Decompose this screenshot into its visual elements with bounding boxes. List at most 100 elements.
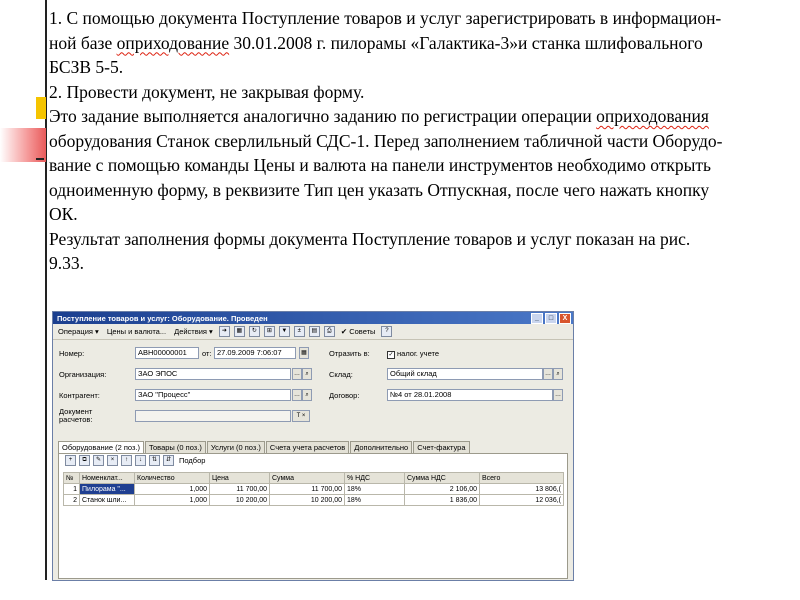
cell-total[interactable]: 12 036,( <box>479 494 564 506</box>
table-header-row: № Номенклат... Количество Цена Сумма % Н… <box>63 472 564 484</box>
operation-menu[interactable]: Операция ▾ <box>56 327 101 336</box>
text-segment: 30.01.2008 г. пилорамы «Галактика-3»и ст… <box>229 32 703 53</box>
counterparty-field[interactable]: ЗАО "Процесс" <box>135 389 291 401</box>
clear-type-button[interactable]: T × <box>292 410 310 422</box>
report-icon[interactable]: ▤ <box>308 326 320 337</box>
advice-label: Советы <box>349 327 376 336</box>
arrow-icon[interactable]: ➜ <box>218 326 230 337</box>
table-row[interactable]: 2 Станок шли... 1,000 10 200,00 10 200,0… <box>63 494 564 506</box>
document-header-form: Номер: АВН00000001 от: 27.09.2009 7:06:0… <box>53 340 573 430</box>
settlement-doc-field[interactable] <box>135 410 291 422</box>
tab-additional[interactable]: Дополнительно <box>350 441 413 453</box>
col-nomenclature-header[interactable]: Номенклат... <box>79 472 135 484</box>
text-segment: Это задание выполняется аналогично задан… <box>49 106 597 126</box>
contract-field[interactable]: №4 от 28.01.2008 <box>387 389 553 401</box>
cell-vat-rate[interactable]: 18% <box>344 483 405 495</box>
print-icon[interactable]: ⎙ <box>323 326 335 337</box>
prices-currency-button[interactable]: Цены и валюта... <box>105 327 168 336</box>
search-icon[interactable]: ⌕ <box>302 389 312 401</box>
select-ellipsis-button[interactable]: … <box>553 389 563 401</box>
structure-icon[interactable]: ⊞ <box>263 326 275 337</box>
dt-kt-icon[interactable]: ± <box>293 326 305 337</box>
add-row-icon[interactable]: + <box>65 455 76 466</box>
organization-field[interactable]: ЗАО ЭПОС <box>135 368 291 380</box>
cell-total[interactable]: 13 806,( <box>479 483 564 495</box>
col-vat-sum-header[interactable]: Сумма НДС <box>404 472 480 484</box>
slide-text-line: 1. С помощью документа Поступление товар… <box>49 6 779 31</box>
close-button[interactable]: X <box>559 312 571 324</box>
col-vat-rate-header[interactable]: % НДС <box>344 472 405 484</box>
slide-text-line: Результат заполнения формы документа Пос… <box>49 227 779 252</box>
minimize-button[interactable]: _ <box>531 312 543 324</box>
cell-vat-sum[interactable]: 1 836,00 <box>404 494 480 506</box>
sort-asc-icon[interactable]: ⇅ <box>149 455 160 466</box>
cell-price[interactable]: 11 700,00 <box>209 483 270 495</box>
col-quantity-header[interactable]: Количество <box>134 472 210 484</box>
cell-nomenclature[interactable]: Станок шли... <box>79 494 135 506</box>
tab-services[interactable]: Услуги (0 поз.) <box>206 441 265 453</box>
select-ellipsis-button[interactable]: … <box>292 368 302 380</box>
organization-label: Организация: <box>59 370 107 379</box>
slide-text-line: одноименную форму, в реквизите Тип цен у… <box>49 178 779 203</box>
warehouse-field[interactable]: Общий склад <box>387 368 543 380</box>
tab-invoice[interactable]: Счет-фактура <box>413 441 470 453</box>
counterparty-label: Контрагент: <box>59 391 100 400</box>
cell-quantity[interactable]: 1,000 <box>134 483 210 495</box>
tab-equipment[interactable]: Оборудование (2 поз.) <box>58 441 145 453</box>
cell-vat-sum[interactable]: 2 106,00 <box>404 483 480 495</box>
move-up-icon[interactable]: ↑ <box>121 455 132 466</box>
equipment-panel: + ⧉ ✎ × ↑ ↓ ⇅ ⇵ Подбор № Номенклат... Ко… <box>58 453 568 579</box>
grid-icon[interactable]: ▦ <box>233 326 245 337</box>
select-ellipsis-button[interactable]: … <box>292 389 302 401</box>
cell-number[interactable]: 1 <box>63 483 80 495</box>
window-title: Поступление товаров и услуг: Оборудовани… <box>57 313 268 323</box>
text-segment: БСЗВ 5-5. <box>49 57 124 77</box>
number-label: Номер: <box>59 349 85 358</box>
equipment-table: № Номенклат... Количество Цена Сумма % Н… <box>63 472 564 506</box>
slide-text-line: ОК. <box>49 202 779 227</box>
delete-row-icon[interactable]: × <box>107 455 118 466</box>
tab-settlement-accounts[interactable]: Счета учета расчетов <box>265 441 350 453</box>
cell-vat-rate[interactable]: 18% <box>344 494 405 506</box>
filter-icon[interactable]: ▼ <box>278 326 290 337</box>
text-segment: Результат заполнения формы документа Пос… <box>49 228 691 249</box>
refresh-icon[interactable]: ↻ <box>248 326 260 337</box>
cell-nomenclature[interactable]: Пилорама "... <box>79 483 135 495</box>
actions-menu[interactable]: Действия ▾ <box>172 327 215 336</box>
cell-price[interactable]: 10 200,00 <box>209 494 270 506</box>
help-button[interactable]: ? <box>381 326 393 337</box>
slide-text-line: оборудования Станок сверлильный СДС-1. П… <box>49 129 779 154</box>
bullet-dash <box>36 158 44 160</box>
col-price-header[interactable]: Цена <box>209 472 270 484</box>
advice-button[interactable]: ✔ Советы <box>339 327 378 336</box>
date-field[interactable]: 27.09.2009 7:06:07 <box>214 347 296 359</box>
col-sum-header[interactable]: Сумма <box>269 472 345 484</box>
cell-quantity[interactable]: 1,000 <box>134 494 210 506</box>
move-down-icon[interactable]: ↓ <box>135 455 146 466</box>
edit-row-icon[interactable]: ✎ <box>93 455 104 466</box>
cell-number[interactable]: 2 <box>63 494 80 506</box>
calendar-icon[interactable]: ▦ <box>299 347 309 359</box>
text-segment: вание с помощью команды Цены и валюта на… <box>49 155 712 175</box>
cell-sum[interactable]: 11 700,00 <box>269 483 345 495</box>
search-icon[interactable]: ⌕ <box>302 368 312 380</box>
date-label: от: <box>202 349 212 358</box>
text-segment: ОК. <box>49 204 78 224</box>
col-total-header[interactable]: Всего <box>479 472 564 484</box>
slide-text-line: вание с помощью команды Цены и валюта на… <box>49 153 779 178</box>
tax-accounting-checkbox[interactable]: ✓ налог. учете <box>387 349 439 359</box>
maximize-button[interactable]: □ <box>545 312 557 324</box>
text-segment: 1. С помощью документа Поступление товар… <box>49 8 722 28</box>
slide-text-line: ной базе оприходование 30.01.2008 г. пил… <box>49 31 779 56</box>
copy-row-icon[interactable]: ⧉ <box>79 455 90 466</box>
cell-sum[interactable]: 10 200,00 <box>269 494 345 506</box>
tab-goods[interactable]: Товары (0 поз.) <box>145 441 206 453</box>
sort-desc-icon[interactable]: ⇵ <box>163 455 174 466</box>
col-number-header[interactable]: № <box>63 472 80 484</box>
search-icon[interactable]: ⌕ <box>553 368 563 380</box>
select-ellipsis-button[interactable]: … <box>543 368 553 380</box>
table-row[interactable]: 1 Пилорама "... 1,000 11 700,00 11 700,0… <box>63 483 564 495</box>
text-segment: оборудования Станок сверлильный СДС-1. П… <box>49 130 723 151</box>
selection-button[interactable]: Подбор <box>177 456 207 465</box>
number-field[interactable]: АВН00000001 <box>135 347 199 359</box>
